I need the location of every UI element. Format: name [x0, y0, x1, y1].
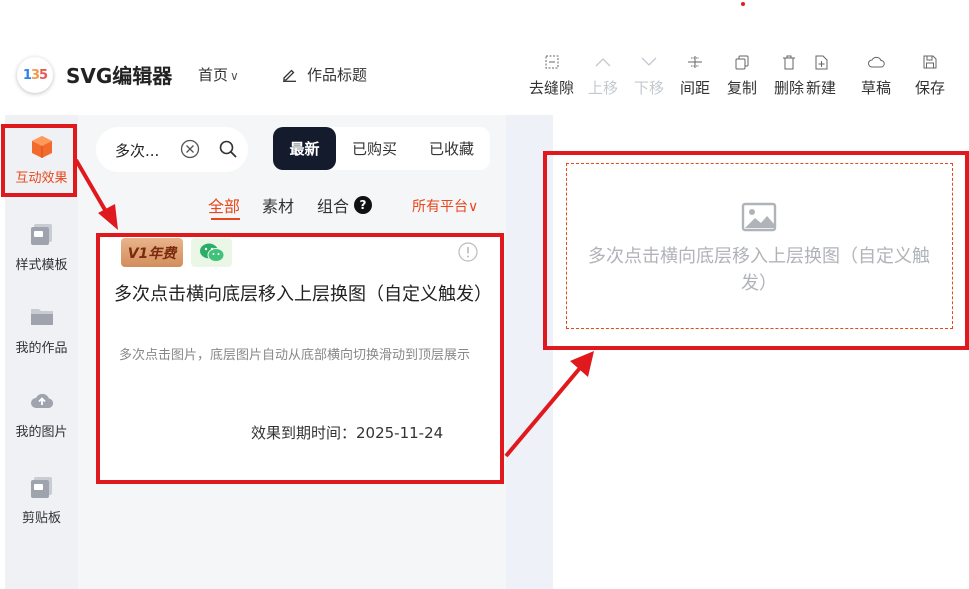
arrow-nav-to-card	[74, 158, 110, 217]
arrowhead-nav-to-card	[98, 204, 118, 230]
annotation-arrows	[74, 158, 594, 458]
arrow-card-to-canvas	[504, 366, 582, 458]
